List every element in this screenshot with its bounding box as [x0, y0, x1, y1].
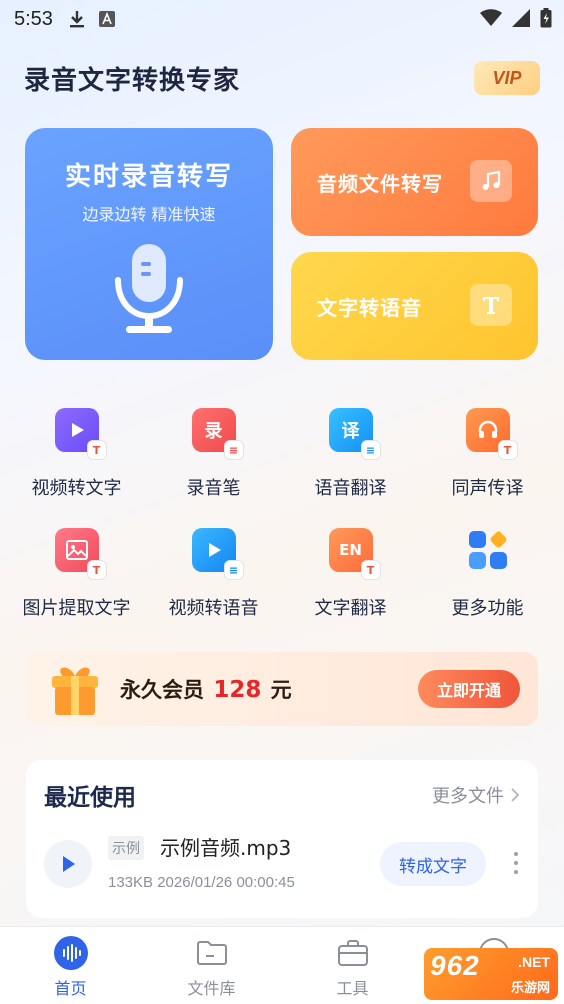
download-icon	[69, 10, 85, 28]
feature-label: 语音翻译	[314, 478, 387, 499]
watermark-number: 962	[430, 950, 480, 981]
header: 录音文字转换专家 VIP	[24, 58, 540, 98]
text-to-speech-card[interactable]: 文字转语音	[291, 252, 538, 360]
play-icon	[63, 856, 75, 872]
realtime-transcribe-card[interactable]: 实时录音转写 边录边转 精准快速	[25, 128, 273, 360]
feature-video-to-voice[interactable]: ≡ 视频转语音	[145, 520, 282, 640]
membership-text: 永久会员 128 元	[120, 674, 292, 704]
feature-label: 视频转语音	[168, 598, 259, 619]
convert-to-text-button[interactable]: 转成文字	[380, 842, 486, 886]
tab-tools[interactable]: 工具	[282, 927, 423, 1004]
tab-file-library[interactable]: 文件库	[141, 927, 282, 1004]
feature-label: 同声传译	[451, 478, 524, 499]
voice-translate-icon: 译 ≡	[328, 408, 381, 460]
feature-video-to-text[interactable]: T 视频转文字	[8, 400, 145, 520]
audio-file-transcribe-card[interactable]: 音频文件转写	[291, 128, 538, 236]
feature-label: 文字翻译	[314, 598, 387, 619]
vip-button[interactable]: VIP	[474, 61, 540, 95]
app-title: 录音文字转换专家	[24, 65, 241, 96]
microphone-icon	[115, 244, 183, 333]
more-files-link[interactable]: 更多文件	[432, 782, 520, 808]
headset-icon: T	[465, 408, 518, 460]
status-time: 5:53	[14, 7, 53, 30]
feature-recorder-pen[interactable]: 录 ≡ 录音笔	[145, 400, 282, 520]
translate-glyph: 译	[341, 421, 360, 442]
home-wave-icon	[53, 935, 89, 971]
realtime-card-title: 实时录音转写	[64, 162, 233, 192]
membership-price: 128	[213, 677, 262, 703]
image-text-icon: T	[54, 528, 107, 580]
play-button[interactable]	[44, 840, 92, 888]
status-bar: 5:53	[0, 0, 564, 38]
tts-card-label: 文字转语音	[317, 295, 422, 320]
watermark-logo: 962 .NET 乐游网	[424, 948, 558, 1000]
feature-grid: T 视频转文字 录 ≡ 录音笔 译 ≡ 语音翻译 T 同声传译 T 图片提取文字…	[8, 400, 556, 640]
feature-image-extract-text[interactable]: T 图片提取文字	[8, 520, 145, 640]
feature-voice-translate[interactable]: 译 ≡ 语音翻译	[282, 400, 419, 520]
wifi-icon	[480, 9, 502, 31]
recorder-pen-icon: 录 ≡	[191, 408, 244, 460]
feature-label: 更多功能	[451, 598, 524, 619]
more-files-label: 更多文件	[432, 786, 504, 807]
chevron-right-icon	[511, 788, 520, 802]
text-translate-icon: EN T	[328, 528, 381, 580]
video-to-voice-icon: ≡	[191, 528, 244, 580]
membership-banner[interactable]: 永久会员 128 元 立即开通	[26, 652, 538, 726]
toolbox-icon	[335, 935, 371, 971]
tab-label: 工具	[336, 979, 369, 998]
feature-simultaneous-interpretation[interactable]: T 同声传译	[419, 400, 556, 520]
tab-home[interactable]: 首页	[0, 927, 141, 1004]
more-options-icon[interactable]	[514, 852, 518, 874]
music-note-icon	[470, 160, 512, 202]
feature-label: 图片提取文字	[22, 598, 131, 619]
tab-label: 首页	[54, 979, 87, 998]
recent-title: 最近使用	[44, 785, 136, 811]
tab-label: 文件库	[187, 979, 236, 998]
video-to-text-icon: T	[54, 408, 107, 460]
membership-suffix: 元	[270, 678, 292, 702]
signal-icon	[512, 9, 530, 31]
watermark-cn: 乐游网	[510, 981, 550, 996]
translate-en-glyph: EN	[339, 541, 362, 559]
battery-icon	[540, 8, 552, 32]
realtime-card-subtitle: 边录边转 精准快速	[82, 205, 216, 224]
folder-icon	[194, 935, 230, 971]
text-t-icon	[470, 284, 512, 326]
audio-file-card-label: 音频文件转写	[317, 171, 443, 196]
recent-section: 最近使用 更多文件 示例 示例音频.mp3 133KB 2026/01/26 0…	[26, 760, 538, 918]
sample-tag: 示例	[108, 836, 144, 860]
recorder-glyph: 录	[204, 421, 223, 442]
feature-text-translate[interactable]: EN T 文字翻译	[282, 520, 419, 640]
activate-now-button[interactable]: 立即开通	[418, 670, 520, 708]
feature-label: 录音笔	[186, 478, 241, 499]
file-name[interactable]: 示例音频.mp3	[160, 832, 291, 861]
gift-icon	[52, 667, 98, 715]
font-a-icon	[98, 11, 115, 27]
watermark-net: .NET	[518, 954, 550, 970]
membership-prefix: 永久会员	[120, 678, 204, 702]
feature-more[interactable]: 更多功能	[419, 520, 556, 640]
file-meta: 133KB 2026/01/26 00:00:45	[108, 874, 295, 891]
feature-label: 视频转文字	[31, 478, 122, 499]
more-apps-icon	[466, 528, 510, 572]
